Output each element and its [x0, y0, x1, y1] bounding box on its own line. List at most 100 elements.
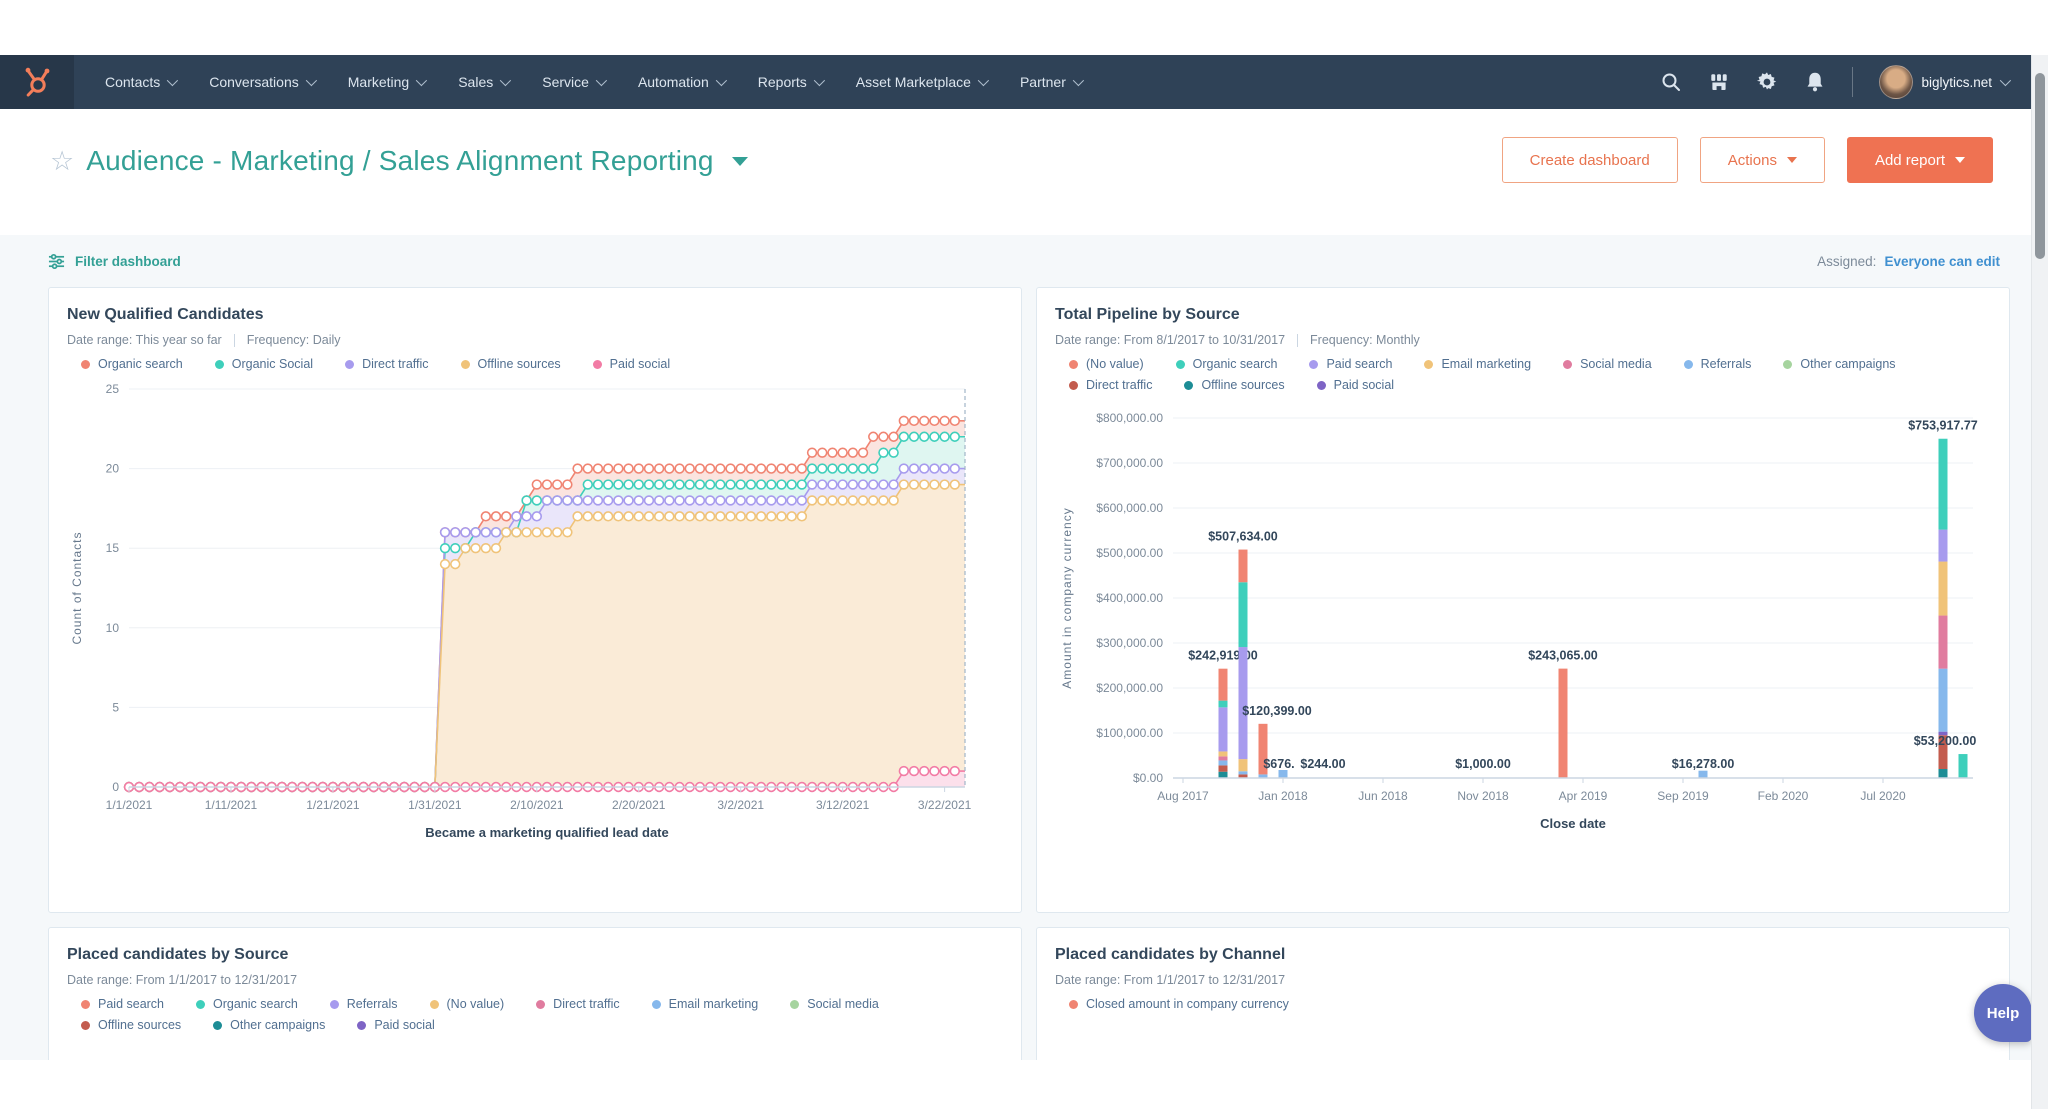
nav-item-asset-marketplace[interactable]: Asset Marketplace [839, 55, 1003, 109]
notifications-bell-icon[interactable] [1804, 71, 1826, 93]
legend-item[interactable]: Offline sources [1184, 378, 1284, 392]
legend-item[interactable]: Paid search [1309, 357, 1392, 371]
meta-divider [234, 334, 235, 347]
settings-gear-icon[interactable] [1756, 71, 1778, 93]
report-title[interactable]: Placed candidates by Source [67, 946, 1007, 964]
favorite-star-icon[interactable]: ☆ [50, 148, 74, 175]
title-dropdown-caret-icon[interactable] [732, 157, 748, 166]
legend-item[interactable]: (No value) [1069, 357, 1144, 371]
svg-text:$300,000.00: $300,000.00 [1096, 636, 1163, 650]
chevron-down-icon [500, 75, 511, 86]
chevron-down-icon [167, 75, 178, 86]
assigned-value-link[interactable]: Everyone can edit [1884, 254, 2000, 269]
legend-dot-icon [461, 360, 470, 369]
step-area-chart: 05101520251/1/20211/11/20211/21/20211/31… [67, 375, 1007, 845]
svg-text:3/22/2021: 3/22/2021 [918, 798, 972, 812]
nav-item-contacts[interactable]: Contacts [88, 55, 192, 109]
legend-item[interactable]: Direct traffic [345, 357, 428, 371]
legend-item[interactable]: Paid social [593, 357, 670, 371]
hubspot-logo[interactable] [0, 55, 74, 109]
report-cards-grid: New Qualified Candidates Date range: Thi… [48, 287, 2000, 1060]
svg-text:Apr 2019: Apr 2019 [1559, 789, 1608, 803]
legend-label: Paid social [610, 357, 670, 371]
report-meta: Date range: This year so far Frequency: … [67, 333, 1007, 347]
legend-item[interactable]: Organic Social [215, 357, 313, 371]
legend-item[interactable]: Offline sources [81, 1018, 181, 1032]
nav-item-service[interactable]: Service [525, 55, 621, 109]
nav-item-partner[interactable]: Partner [1003, 55, 1098, 109]
legend-item[interactable]: Offline sources [461, 357, 561, 371]
legend-item[interactable]: Organic search [81, 357, 183, 371]
legend-item[interactable]: Organic search [1176, 357, 1278, 371]
legend-label: Social media [1580, 357, 1652, 371]
legend-item[interactable]: Social media [790, 997, 879, 1011]
svg-text:0: 0 [112, 780, 119, 794]
legend-dot-icon [330, 1000, 339, 1009]
report-title[interactable]: Placed candidates by Channel [1055, 946, 1995, 964]
report-title[interactable]: New Qualified Candidates [67, 306, 1007, 324]
legend-item[interactable]: Referrals [1684, 357, 1752, 371]
svg-text:$200,000.00: $200,000.00 [1096, 681, 1163, 695]
svg-text:$120,399.00: $120,399.00 [1242, 704, 1312, 718]
legend-item[interactable]: Closed amount in company currency [1069, 997, 1289, 1011]
svg-text:15: 15 [106, 541, 120, 555]
svg-text:Close date: Close date [1540, 816, 1606, 831]
svg-text:Sep 2019: Sep 2019 [1657, 789, 1709, 803]
scrollbar-track[interactable] [2031, 55, 2048, 1109]
svg-text:$700,000.00: $700,000.00 [1096, 456, 1163, 470]
nav-item-automation[interactable]: Automation [621, 55, 741, 109]
legend-item[interactable]: Email marketing [1424, 357, 1531, 371]
report-title[interactable]: Total Pipeline by Source [1055, 306, 1995, 324]
legend-item[interactable]: Organic search [196, 997, 298, 1011]
scrollbar-thumb[interactable] [2035, 73, 2045, 259]
legend-item[interactable]: Referrals [330, 997, 398, 1011]
account-menu[interactable]: biglytics.net [1879, 65, 2008, 99]
chevron-down-icon [1955, 157, 1965, 163]
legend-dot-icon [1317, 381, 1326, 390]
nav-item-reports[interactable]: Reports [741, 55, 839, 109]
chevron-down-icon [306, 75, 317, 86]
help-button[interactable]: Help [1974, 984, 2032, 1042]
svg-text:1/11/2021: 1/11/2021 [205, 798, 258, 812]
legend-row: Offline sources Other campaigns Paid socia… [81, 1018, 1007, 1032]
nav-item-conversations[interactable]: Conversations [192, 55, 331, 109]
legend-dot-icon [1684, 360, 1693, 369]
svg-text:Amount in company currency: Amount in company currency [1060, 507, 1074, 688]
legend-item[interactable]: Social media [1563, 357, 1652, 371]
legend-label: Referrals [1701, 357, 1752, 371]
nav-item-marketing[interactable]: Marketing [331, 55, 441, 109]
legend-label: Paid search [1326, 357, 1392, 371]
add-report-button[interactable]: Add report [1847, 137, 1993, 183]
legend-item[interactable]: Paid social [357, 1018, 434, 1032]
svg-text:$676.: $676. [1263, 757, 1294, 771]
svg-text:$800,000.00: $800,000.00 [1096, 411, 1163, 425]
legend-item[interactable]: Other campaigns [213, 1018, 325, 1032]
filter-dashboard-link[interactable]: Filter dashboard [48, 253, 181, 270]
marketplace-icon[interactable] [1708, 71, 1730, 93]
filter-sliders-icon [48, 253, 65, 270]
page-title[interactable]: Audience - Marketing / Sales Alignment R… [86, 145, 714, 177]
nav-item-sales[interactable]: Sales [441, 55, 525, 109]
svg-text:$1,000.00: $1,000.00 [1455, 757, 1511, 771]
legend-dot-icon [213, 1021, 222, 1030]
nav-item-label: Sales [458, 74, 493, 90]
legend-row: Direct traffic Offline sources Paid social [1069, 378, 1995, 392]
legend-item[interactable]: Direct traffic [536, 997, 619, 1011]
actions-button[interactable]: Actions [1700, 137, 1825, 183]
svg-text:Feb 2020: Feb 2020 [1758, 789, 1809, 803]
create-dashboard-button[interactable]: Create dashboard [1502, 137, 1678, 183]
svg-text:$500,000.00: $500,000.00 [1096, 546, 1163, 560]
nav-menu: ContactsConversationsMarketing Sales Servi… [88, 55, 1098, 109]
legend-item[interactable]: Email marketing [652, 997, 759, 1011]
legend-item[interactable]: (No value) [430, 997, 505, 1011]
legend-row: Paid search Organic search Referrals (No va… [81, 997, 1007, 1011]
nav-item-label: Asset Marketplace [856, 74, 971, 90]
legend-item[interactable]: Direct traffic [1069, 378, 1152, 392]
nav-item-label: Automation [638, 74, 709, 90]
search-icon[interactable] [1660, 71, 1682, 93]
chart-legend: (No value) Organic search Paid search Email… [1069, 357, 1995, 392]
legend-dot-icon [536, 1000, 545, 1009]
legend-item[interactable]: Paid social [1317, 378, 1394, 392]
legend-item[interactable]: Other campaigns [1783, 357, 1895, 371]
legend-item[interactable]: Paid search [81, 997, 164, 1011]
